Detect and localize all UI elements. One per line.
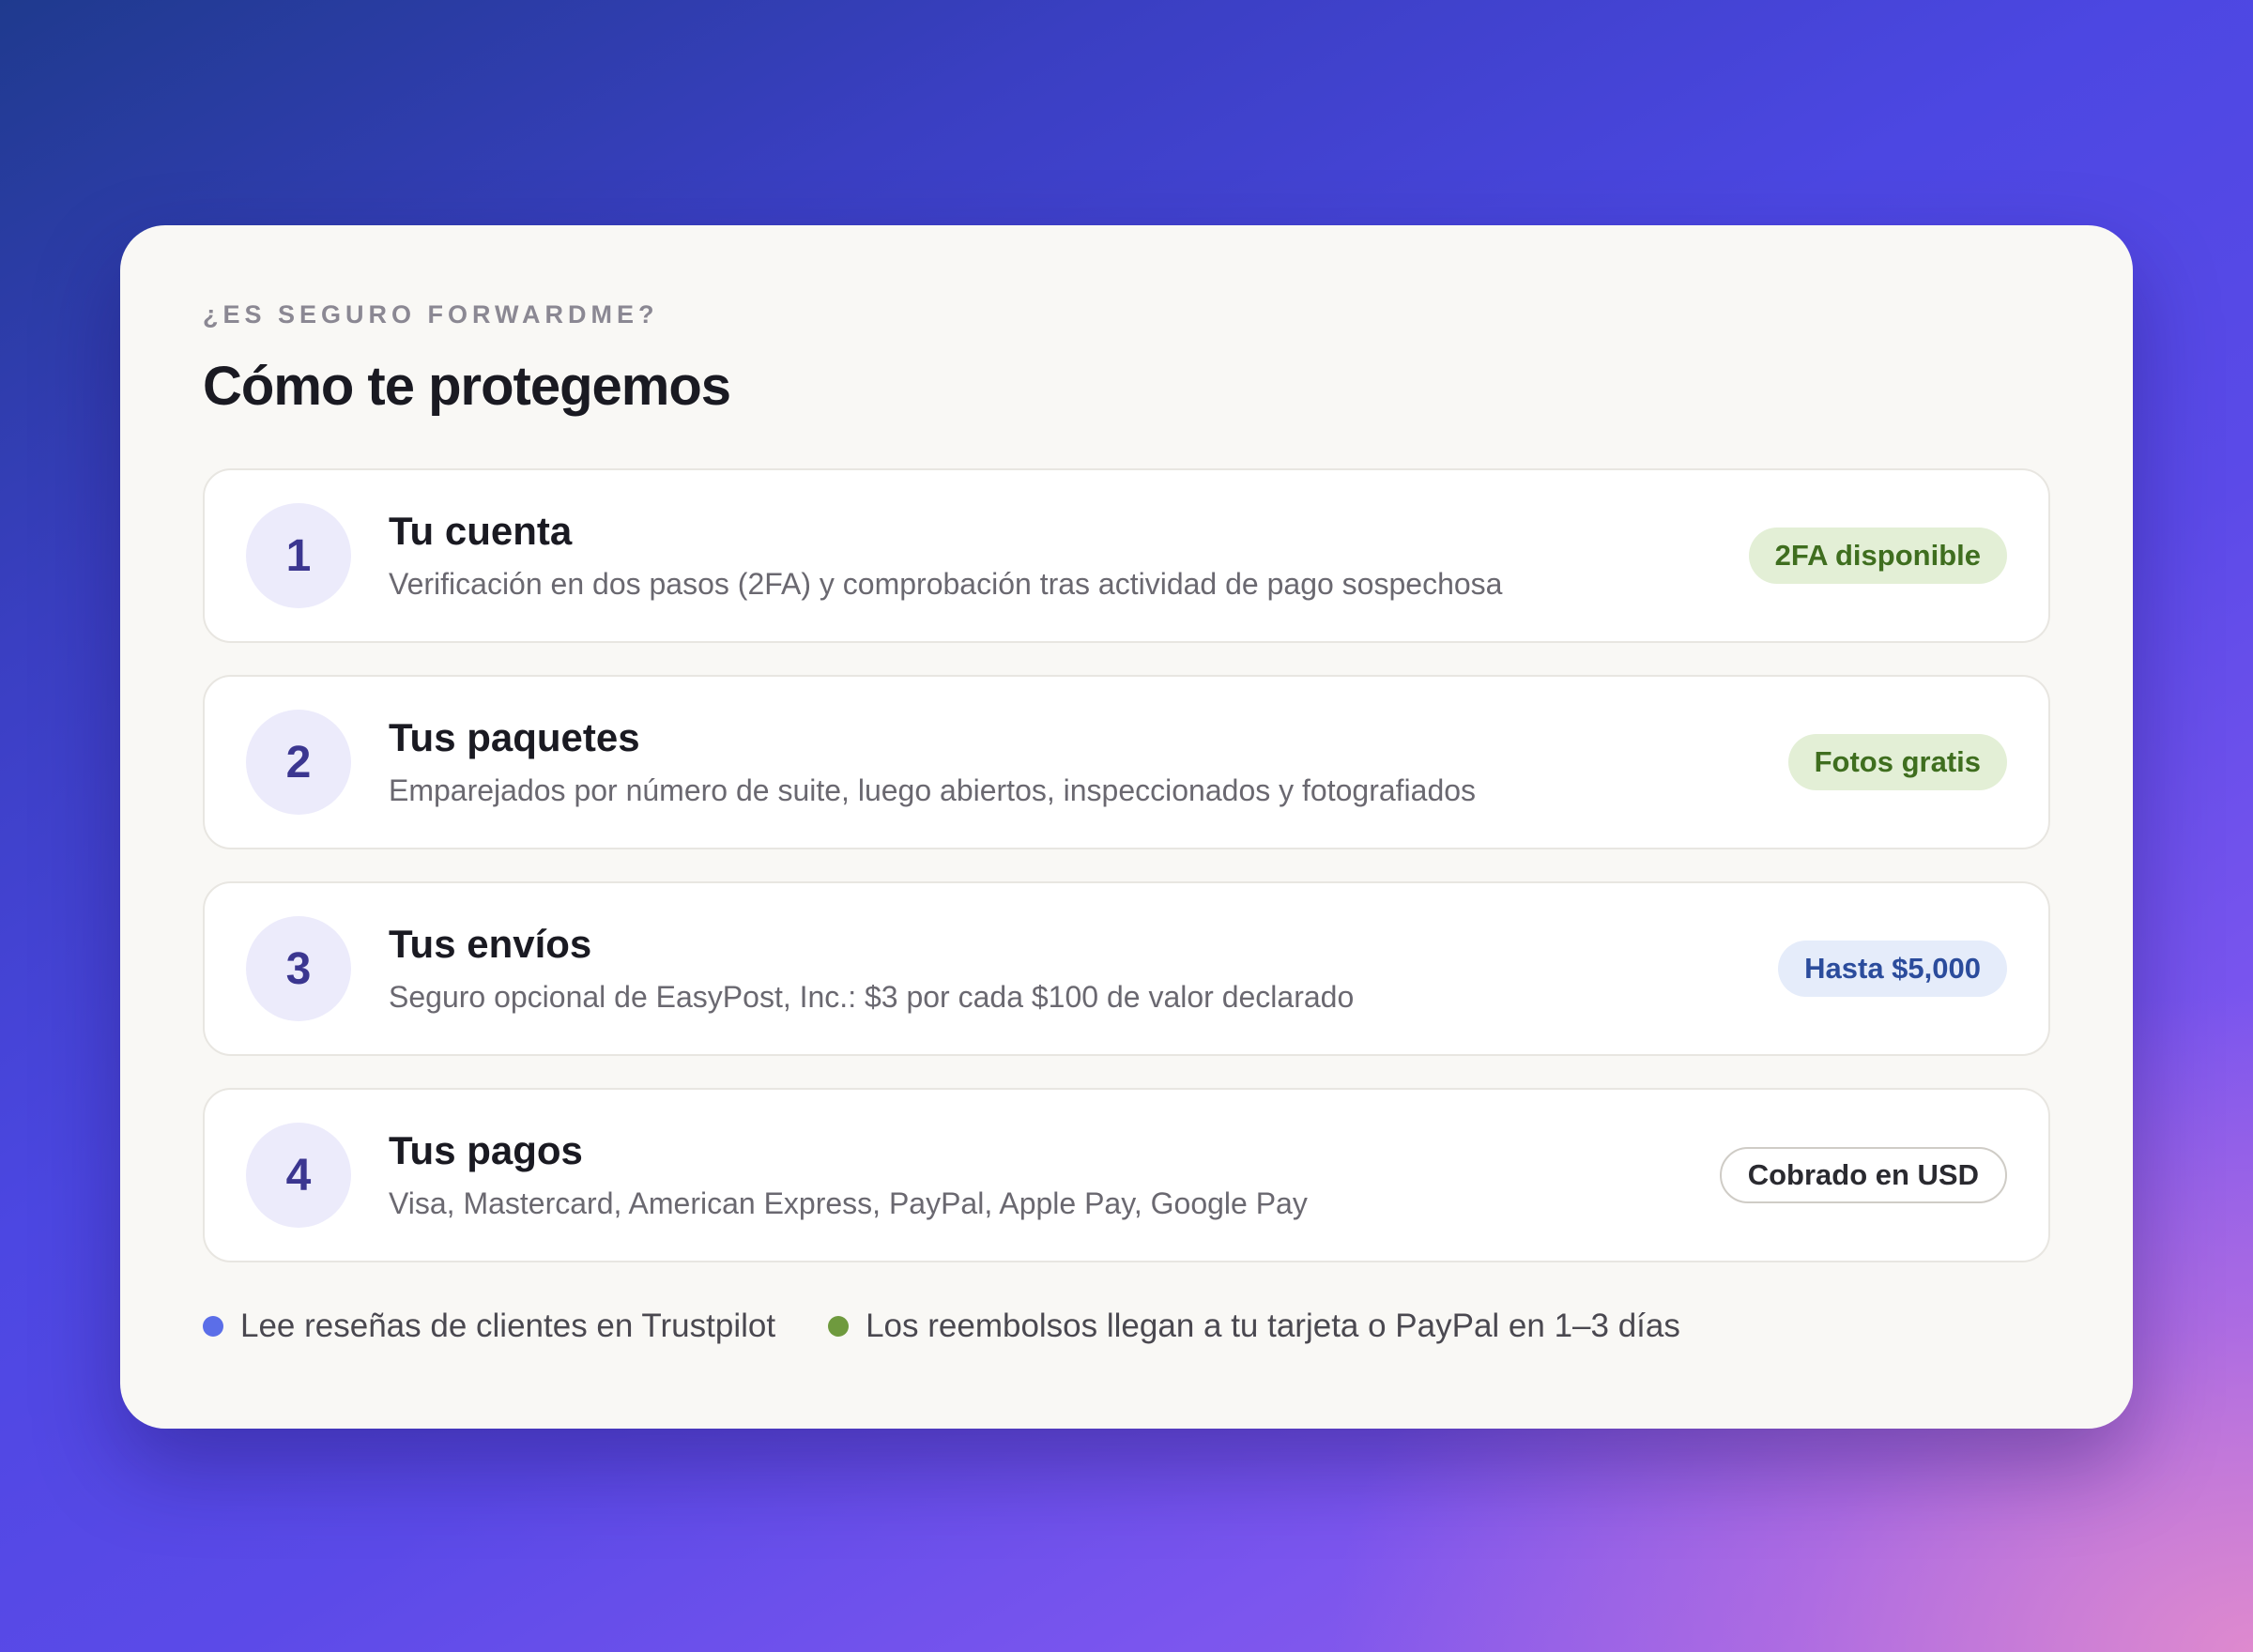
step-badge-currency: Cobrado en USD [1719, 1147, 2007, 1203]
step-description: Seguro opcional de EasyPost, Inc.: $3 po… [389, 979, 1355, 1014]
step-title: Tu cuenta [389, 508, 573, 553]
step-shipments: 3 Tus envíos Seguro opcional de EasyPost… [203, 881, 2050, 1056]
step-payments: 4 Tus pagos Visa, Mastercard, American E… [203, 1088, 2050, 1262]
bullet-dot-icon [203, 1316, 223, 1337]
step-badge-photos: Fotos gratis [1787, 734, 2007, 790]
step-description: Emparejados por número de suite, luego a… [389, 772, 1477, 807]
footer-notes: Lee reseñas de clientes en Trustpilot Lo… [203, 1308, 2050, 1345]
step-number-badge: 4 [246, 1123, 351, 1228]
step-badge-insurance: Hasta $5,000 [1778, 941, 2007, 997]
security-card: ¿ES SEGURO FORWARDME? Cómo te protegemos… [120, 225, 2133, 1429]
footer-note-text: Los reembolsos llegan a tu tarjeta o Pay… [866, 1308, 1680, 1344]
trustpilot-link[interactable]: Lee reseñas de clientes en Trustpilot [203, 1308, 775, 1345]
step-text: Tu cuenta Verificación en dos pasos (2FA… [389, 508, 1749, 603]
section-title: Cómo te protegemos [203, 356, 731, 417]
step-packages: 2 Tus paquetes Emparejados por número de… [203, 675, 2050, 849]
step-description: Visa, Mastercard, American Express, PayP… [389, 1185, 1308, 1220]
step-badge-2fa: 2FA disponible [1748, 528, 2007, 584]
step-number-badge: 2 [246, 710, 351, 815]
step-description: Verificación en dos pasos (2FA) y compro… [389, 566, 1503, 601]
step-title: Tus pagos [389, 1127, 583, 1172]
step-title: Tus envíos [389, 921, 592, 966]
protection-steps-list: 1 Tu cuenta Verificación en dos pasos (2… [203, 468, 2050, 1262]
refund-note: Los reembolsos llegan a tu tarjeta o Pay… [828, 1308, 1680, 1345]
step-text: Tus pagos Visa, Mastercard, American Exp… [389, 1127, 1720, 1222]
section-eyebrow: ¿ES SEGURO FORWARDME? [203, 300, 659, 329]
step-text: Tus envíos Seguro opcional de EasyPost, … [389, 921, 1778, 1016]
footer-note-text: Lee reseñas de clientes en Trustpilot [240, 1308, 776, 1344]
step-text: Tus paquetes Emparejados por número de s… [389, 714, 1788, 809]
step-number-badge: 1 [246, 503, 351, 608]
bullet-dot-icon [828, 1316, 850, 1337]
step-title: Tus paquetes [389, 714, 640, 759]
step-account: 1 Tu cuenta Verificación en dos pasos (2… [203, 468, 2050, 643]
step-number-badge: 3 [246, 916, 351, 1021]
